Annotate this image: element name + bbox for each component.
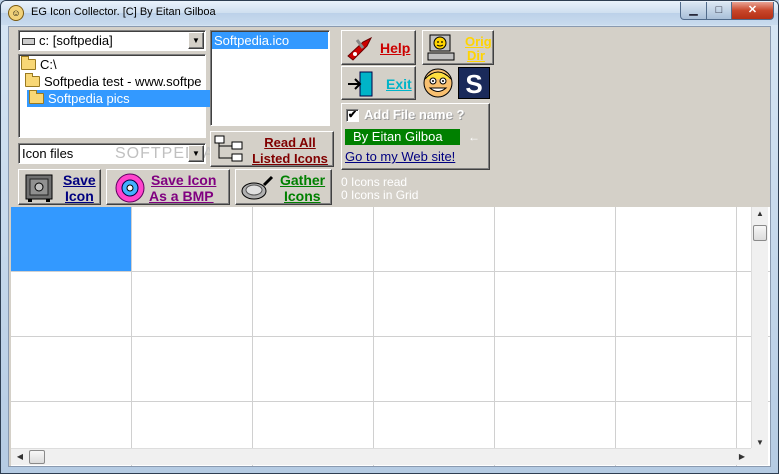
drive-combo[interactable]: c: [softpedia] ▼ bbox=[18, 30, 206, 51]
grid-cell-selected[interactable] bbox=[11, 207, 132, 272]
file-type-combo-text: Icon files bbox=[22, 146, 74, 161]
help-label: Help bbox=[380, 40, 411, 56]
grid-cell[interactable] bbox=[616, 272, 737, 337]
file-list-item[interactable]: Softpedia.ico bbox=[212, 32, 328, 49]
orig-dir-button[interactable]: Orig Dir bbox=[422, 30, 494, 65]
read-all-label-2: Listed Icons bbox=[252, 151, 328, 166]
add-file-name-checkbox[interactable]: ✔ bbox=[346, 109, 359, 122]
folder-icon bbox=[29, 90, 44, 104]
folder-open-icon bbox=[25, 73, 40, 87]
drive-combo-value: c: [softpedia] bbox=[22, 33, 113, 48]
scroll-corner bbox=[751, 448, 768, 465]
help-button[interactable]: Help bbox=[341, 30, 416, 65]
grid-cell[interactable] bbox=[616, 337, 737, 402]
directory-tree[interactable]: C:\ Softpedia test - www.softpe Softpedi… bbox=[18, 54, 214, 138]
swiss-knife-icon bbox=[347, 36, 373, 61]
vertical-scroll-thumb[interactable] bbox=[753, 225, 767, 241]
grid-cell[interactable] bbox=[495, 337, 616, 402]
save-icon-label-2: Icon bbox=[65, 188, 94, 204]
orig-dir-label-2: Dir bbox=[467, 48, 486, 63]
maximize-button[interactable]: □ bbox=[706, 2, 732, 20]
grid-cell[interactable] bbox=[11, 272, 132, 337]
grid-cell[interactable] bbox=[616, 207, 737, 272]
file-type-combo[interactable]: Icon files SOFTPEDIA ▼ bbox=[18, 143, 214, 164]
drive-combo-text: c: [softpedia] bbox=[39, 33, 113, 48]
scroll-down-icon[interactable]: ▼ bbox=[752, 438, 768, 447]
smiley-face-icon bbox=[423, 68, 453, 98]
scroll-right-icon[interactable]: ▶ bbox=[736, 452, 748, 461]
author-label: By Eitan Gilboa bbox=[345, 129, 460, 145]
file-list[interactable]: Softpedia.ico bbox=[210, 30, 330, 126]
icons-read-status: 0 Icons read bbox=[341, 175, 408, 189]
save-bmp-label-1: Save Icon bbox=[151, 172, 217, 188]
save-bmp-label-2: As a BMP bbox=[149, 188, 214, 204]
gather-label-1: Gather bbox=[280, 172, 326, 188]
app-window: ☺ EG Icon Collector. [C] By Eitan Gilboa… bbox=[0, 0, 779, 474]
grid-cell[interactable] bbox=[132, 337, 253, 402]
client-area: c: [softpedia] ▼ C:\ Softpedia test - ww… bbox=[8, 26, 771, 467]
tree-item-label: C:\ bbox=[40, 57, 57, 72]
arrow-left-icon: ← bbox=[468, 130, 480, 144]
grid-cell[interactable] bbox=[374, 207, 495, 272]
directory-tree-icon bbox=[214, 135, 243, 162]
grid-cell[interactable] bbox=[253, 337, 374, 402]
tree-item-selected[interactable]: Softpedia pics bbox=[27, 90, 214, 107]
read-all-label-1: Read All bbox=[264, 135, 316, 150]
website-link[interactable]: Go to my Web site! bbox=[345, 149, 455, 164]
exit-label: Exit bbox=[386, 76, 412, 92]
grid-cell[interactable] bbox=[132, 272, 253, 337]
exit-door-icon bbox=[348, 71, 373, 97]
save-bmp-button[interactable]: Save Icon As a BMP bbox=[106, 169, 230, 205]
scroll-left-icon[interactable]: ◀ bbox=[14, 452, 26, 461]
chevron-down-icon[interactable]: ▼ bbox=[188, 145, 204, 162]
tree-item[interactable]: Softpedia test - www.softpe bbox=[25, 73, 202, 90]
grid-cell[interactable] bbox=[253, 207, 374, 272]
exit-button[interactable]: Exit bbox=[341, 66, 416, 100]
folder-open-icon bbox=[21, 56, 36, 70]
app-icon: ☺ bbox=[8, 5, 24, 21]
s-logo-icon: S bbox=[458, 67, 490, 99]
add-file-name-label: Add File name ? bbox=[364, 107, 465, 122]
minimize-button[interactable]: ▁ bbox=[680, 2, 707, 20]
grid-cell[interactable] bbox=[374, 337, 495, 402]
window-title: EG Icon Collector. [C] By Eitan Gilboa bbox=[31, 6, 216, 18]
grid-cell[interactable] bbox=[495, 272, 616, 337]
tree-item-label: Softpedia test - www.softpe bbox=[44, 74, 202, 89]
grid-cell[interactable] bbox=[11, 337, 132, 402]
chevron-down-icon[interactable]: ▼ bbox=[188, 32, 204, 49]
safe-icon bbox=[25, 174, 53, 202]
horizontal-scrollbar[interactable]: ◀ ▶ bbox=[11, 448, 751, 465]
gather-icons-button[interactable]: Gather Icons bbox=[235, 169, 332, 205]
save-icon-button[interactable]: Save Icon bbox=[18, 169, 101, 205]
grid-cell[interactable] bbox=[495, 207, 616, 272]
options-panel: ✔ Add File name ? By Eitan Gilboa ← Go t… bbox=[341, 103, 490, 170]
tree-item[interactable]: C:\ bbox=[21, 56, 57, 73]
close-button[interactable]: ✕ bbox=[731, 2, 774, 20]
horizontal-scroll-thumb[interactable] bbox=[29, 450, 45, 464]
tree-item-label: Softpedia pics bbox=[48, 91, 130, 106]
read-all-button[interactable]: Read All Listed Icons bbox=[210, 131, 334, 167]
frying-pan-icon bbox=[241, 175, 274, 200]
disc-icon bbox=[115, 173, 145, 203]
icon-grid[interactable] bbox=[11, 207, 770, 466]
icons-in-grid-status: 0 Icons in Grid bbox=[341, 188, 419, 202]
title-bar[interactable]: ☺ EG Icon Collector. [C] By Eitan Gilboa… bbox=[1, 1, 778, 25]
gather-label-2: Icons bbox=[284, 188, 321, 204]
orig-dir-label-1: Orig bbox=[465, 34, 492, 49]
drive-icon bbox=[22, 38, 35, 46]
save-icon-label-1: Save bbox=[63, 172, 96, 188]
scroll-up-icon[interactable]: ▲ bbox=[752, 209, 768, 218]
grid-cell[interactable] bbox=[253, 272, 374, 337]
grid-cell[interactable] bbox=[374, 272, 495, 337]
vertical-scrollbar[interactable]: ▲ ▼ bbox=[751, 207, 768, 451]
grid-cell[interactable] bbox=[132, 207, 253, 272]
computer-smiley-icon bbox=[427, 34, 455, 61]
